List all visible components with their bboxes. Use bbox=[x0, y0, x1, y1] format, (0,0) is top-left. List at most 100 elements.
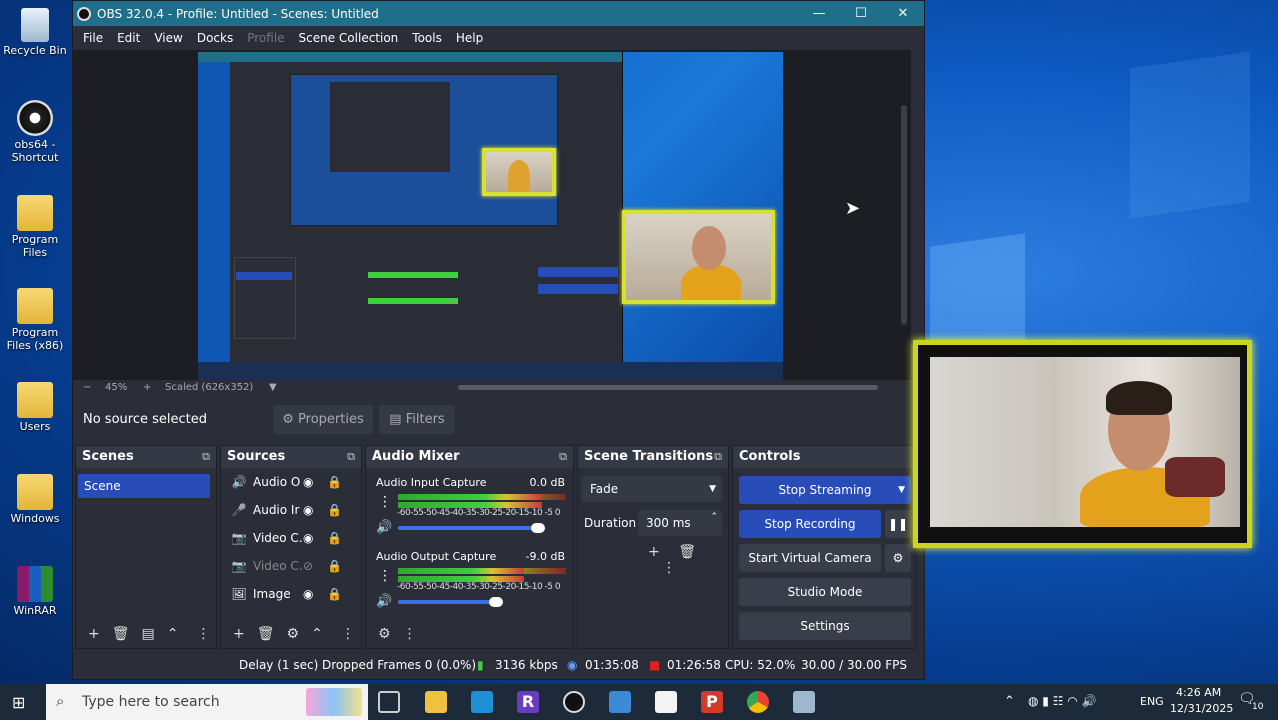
maximize-button[interactable]: ☐ bbox=[840, 1, 882, 26]
settings-button[interactable]: Settings bbox=[739, 612, 911, 640]
chevron-up-icon[interactable]: ⌃ bbox=[1004, 694, 1015, 709]
desktop-icon-program-files[interactable]: Program Files bbox=[0, 195, 70, 259]
eye-icon[interactable]: ◉ bbox=[303, 587, 313, 601]
more-icon[interactable]: ⋮ bbox=[403, 626, 417, 642]
zoom-in-icon[interactable]: + bbox=[143, 382, 151, 393]
clock-time[interactable]: 4:26 AM bbox=[1176, 686, 1221, 699]
desktop-icon-program-files-x86[interactable]: Program Files (x86) bbox=[0, 288, 70, 352]
source-item[interactable]: 📷 Video C. ⊘ 🔒 bbox=[221, 552, 361, 580]
store-icon[interactable] bbox=[471, 691, 493, 713]
popout-icon[interactable]: ⧉ bbox=[559, 446, 567, 468]
studio-mode-button[interactable]: Studio Mode bbox=[739, 578, 911, 606]
add-transition-icon[interactable]: + bbox=[648, 544, 660, 560]
preview-vertical-scrollbar[interactable] bbox=[901, 105, 907, 325]
filters-button[interactable]: ▤ Filters bbox=[379, 405, 455, 434]
chevron-down-icon[interactable]: ▼ bbox=[898, 476, 905, 504]
virtual-camera-settings-button[interactable]: ⚙ bbox=[885, 544, 911, 572]
clock-date[interactable]: 12/31/2025 bbox=[1170, 702, 1233, 715]
menu-tools[interactable]: Tools bbox=[405, 31, 449, 45]
lock-icon[interactable]: 🔒 bbox=[327, 531, 342, 545]
menu-scene-collection[interactable]: Scene Collection bbox=[292, 31, 406, 45]
more-icon[interactable]: ⋮ bbox=[378, 494, 392, 510]
popout-icon[interactable]: ⧉ bbox=[347, 446, 355, 468]
trash-icon[interactable]: 🗑 bbox=[112, 626, 130, 642]
language-indicator[interactable]: ENG bbox=[1140, 695, 1164, 708]
properties-button[interactable]: ⚙ Properties bbox=[273, 405, 373, 434]
chevron-down-icon[interactable]: ▼ bbox=[269, 382, 277, 393]
chevron-up-icon[interactable]: ⌃ bbox=[311, 626, 323, 642]
app-icon[interactable] bbox=[609, 691, 631, 713]
filter-icon[interactable]: ▤ bbox=[142, 626, 155, 642]
start-virtual-camera-button[interactable]: Start Virtual Camera bbox=[739, 544, 881, 572]
volume-slider-handle[interactable] bbox=[489, 597, 503, 607]
chrome-icon[interactable] bbox=[747, 691, 769, 713]
preview-canvas[interactable] bbox=[198, 52, 783, 380]
transition-select[interactable]: Fade ▼ bbox=[582, 476, 722, 502]
task-view-icon[interactable] bbox=[378, 691, 400, 713]
tray-icons[interactable]: ◍ ▮ ☷ ◠ 🔊 bbox=[1028, 694, 1097, 708]
close-button[interactable]: ✕ bbox=[882, 1, 924, 26]
volume-slider[interactable] bbox=[398, 526, 538, 530]
menu-edit[interactable]: Edit bbox=[110, 31, 147, 45]
trash-icon[interactable]: 🗑 bbox=[257, 626, 275, 642]
more-icon[interactable]: ⋮ bbox=[196, 626, 210, 642]
document-icon[interactable] bbox=[655, 691, 677, 713]
file-explorer-icon[interactable] bbox=[425, 691, 447, 713]
gear-icon[interactable]: ⚙ bbox=[287, 626, 300, 642]
lock-icon[interactable]: 🔒 bbox=[327, 503, 342, 517]
desktop-icon-users[interactable]: Users bbox=[0, 382, 70, 433]
lock-icon[interactable]: 🔒 bbox=[327, 475, 342, 489]
menu-file[interactable]: File bbox=[76, 31, 110, 45]
more-icon[interactable]: ⋮ bbox=[341, 626, 355, 642]
source-item[interactable]: 🔊 Audio O ◉ 🔒 bbox=[221, 468, 361, 496]
menu-help[interactable]: Help bbox=[449, 31, 490, 45]
stop-recording-button[interactable]: Stop Recording bbox=[739, 510, 881, 538]
lock-icon[interactable]: 🔒 bbox=[327, 559, 342, 573]
add-scene-icon[interactable]: + bbox=[88, 626, 100, 642]
menu-profile[interactable]: Profile bbox=[240, 31, 291, 45]
minimize-button[interactable]: — bbox=[798, 1, 840, 26]
stop-streaming-button[interactable]: Stop Streaming ▼ bbox=[739, 476, 911, 504]
source-item[interactable]: 📷 Video C. ◉ 🔒 bbox=[221, 524, 361, 552]
volume-slider[interactable] bbox=[398, 600, 496, 604]
zoom-out-icon[interactable]: − bbox=[83, 382, 91, 393]
gear-icon[interactable]: ⚙ bbox=[378, 626, 391, 642]
desktop-icon-winrar[interactable]: WinRAR bbox=[0, 566, 70, 617]
menu-view[interactable]: View bbox=[147, 31, 189, 45]
title-bar[interactable]: OBS 32.0.4 - Profile: Untitled - Scenes:… bbox=[73, 1, 924, 26]
duration-spinbox[interactable]: 300 ms ⌃ bbox=[638, 510, 722, 536]
eye-icon[interactable]: ◉ bbox=[303, 475, 313, 489]
source-item[interactable]: 🖼 Image ◉ 🔒 bbox=[221, 580, 361, 608]
more-icon[interactable]: ⋮ bbox=[378, 568, 392, 584]
volume-slider-handle[interactable] bbox=[531, 523, 545, 533]
preview-area[interactable]: ➤ bbox=[73, 50, 911, 380]
add-source-icon[interactable]: + bbox=[233, 626, 245, 642]
preview-webcam-source[interactable] bbox=[622, 210, 775, 304]
app-icon[interactable] bbox=[793, 691, 815, 713]
preview-horizontal-scrollbar[interactable] bbox=[458, 385, 878, 390]
eye-icon[interactable]: ◉ bbox=[303, 503, 313, 517]
eye-hidden-icon[interactable]: ⊘ bbox=[303, 559, 313, 573]
chevron-up-icon[interactable]: ⌃ bbox=[710, 504, 718, 530]
r-app-icon[interactable]: R bbox=[517, 691, 539, 713]
desktop-icon-obs[interactable]: obs64 - Shortcut bbox=[0, 100, 70, 164]
source-item[interactable]: 🎤 Audio Ir ◉ 🔒 bbox=[221, 496, 361, 524]
taskbar-search[interactable]: ⌕ Type here to search bbox=[46, 684, 368, 720]
popout-icon[interactable]: ⧉ bbox=[202, 446, 210, 468]
eye-icon[interactable]: ◉ bbox=[303, 531, 313, 545]
popout-icon[interactable]: ⧉ bbox=[714, 446, 722, 468]
windows-start-icon[interactable]: ⊞ bbox=[12, 693, 25, 712]
more-icon[interactable]: ⋮ bbox=[662, 560, 676, 576]
desktop-icon-windows[interactable]: Windows bbox=[0, 474, 70, 525]
chevron-up-icon[interactable]: ⌃ bbox=[167, 626, 179, 642]
speaker-icon[interactable]: 🔊 bbox=[376, 594, 392, 609]
menu-docks[interactable]: Docks bbox=[190, 31, 240, 45]
pause-recording-button[interactable]: ❚❚ bbox=[885, 510, 911, 538]
obs-icon[interactable] bbox=[563, 691, 585, 713]
scene-list-item[interactable]: Scene bbox=[78, 474, 210, 498]
lock-icon[interactable]: 🔒 bbox=[327, 587, 342, 601]
speaker-icon[interactable]: 🔊 bbox=[376, 520, 392, 535]
desktop-icon-recycle-bin[interactable]: Recycle Bin bbox=[0, 8, 70, 57]
p-app-icon[interactable]: P bbox=[701, 691, 723, 713]
trash-icon[interactable]: 🗑 bbox=[678, 544, 696, 560]
